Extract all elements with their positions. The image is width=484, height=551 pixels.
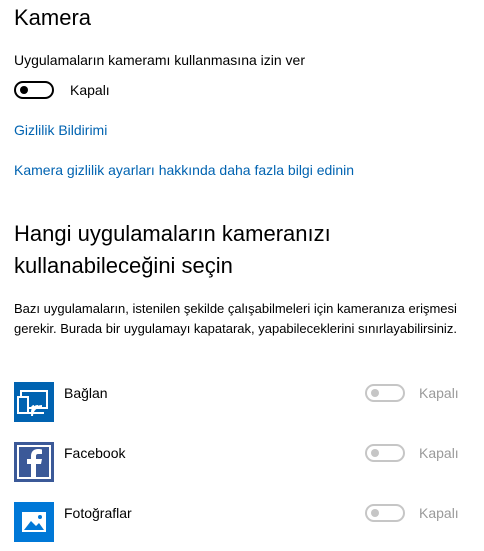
camera-access-label: Uygulamaların kameramı kullanmasına izin…	[14, 52, 305, 68]
app-name: Facebook	[64, 445, 126, 461]
app-toggle-row: Kapalı	[365, 444, 459, 462]
camera-access-toggle[interactable]	[14, 81, 54, 99]
facebook-icon	[14, 442, 54, 482]
app-name: Fotoğraflar	[64, 505, 132, 521]
app-row-connect: Bağlan Kapalı	[14, 382, 474, 422]
toggle-knob	[371, 449, 379, 457]
connect-icon	[14, 382, 54, 422]
app-row-photos: Fotoğraflar Kapalı	[14, 502, 474, 542]
app-row-facebook: Facebook Kapalı	[14, 442, 474, 482]
app-toggle-row: Kapalı	[365, 384, 459, 402]
photos-icon	[14, 502, 54, 542]
app-toggle-state: Kapalı	[419, 505, 459, 521]
app-toggle-state: Kapalı	[419, 385, 459, 401]
apps-section-description: Bazı uygulamaların, istenilen şekilde ça…	[14, 301, 457, 336]
toggle-knob	[20, 86, 28, 94]
app-toggle-facebook[interactable]	[365, 444, 405, 462]
app-name: Bağlan	[64, 385, 108, 401]
toggle-knob	[371, 509, 379, 517]
app-toggle-state: Kapalı	[419, 445, 459, 461]
camera-access-toggle-row: Kapalı	[14, 79, 110, 101]
camera-settings-page: Kamera Uygulamaların kameramı kullanması…	[0, 0, 484, 551]
page-title: Kamera	[14, 5, 92, 30]
app-toggle-photos[interactable]	[365, 504, 405, 522]
apps-section-title: Hangi uygulamaların kameranızı kullanabi…	[14, 221, 331, 278]
camera-access-state: Kapalı	[70, 82, 110, 98]
toggle-knob	[371, 389, 379, 397]
privacy-statement-link[interactable]: Gizlilik Bildirimi	[14, 121, 107, 139]
app-toggle-row: Kapalı	[365, 504, 459, 522]
app-toggle-connect[interactable]	[365, 384, 405, 402]
learn-more-link[interactable]: Kamera gizlilik ayarları hakkında daha f…	[14, 161, 354, 179]
